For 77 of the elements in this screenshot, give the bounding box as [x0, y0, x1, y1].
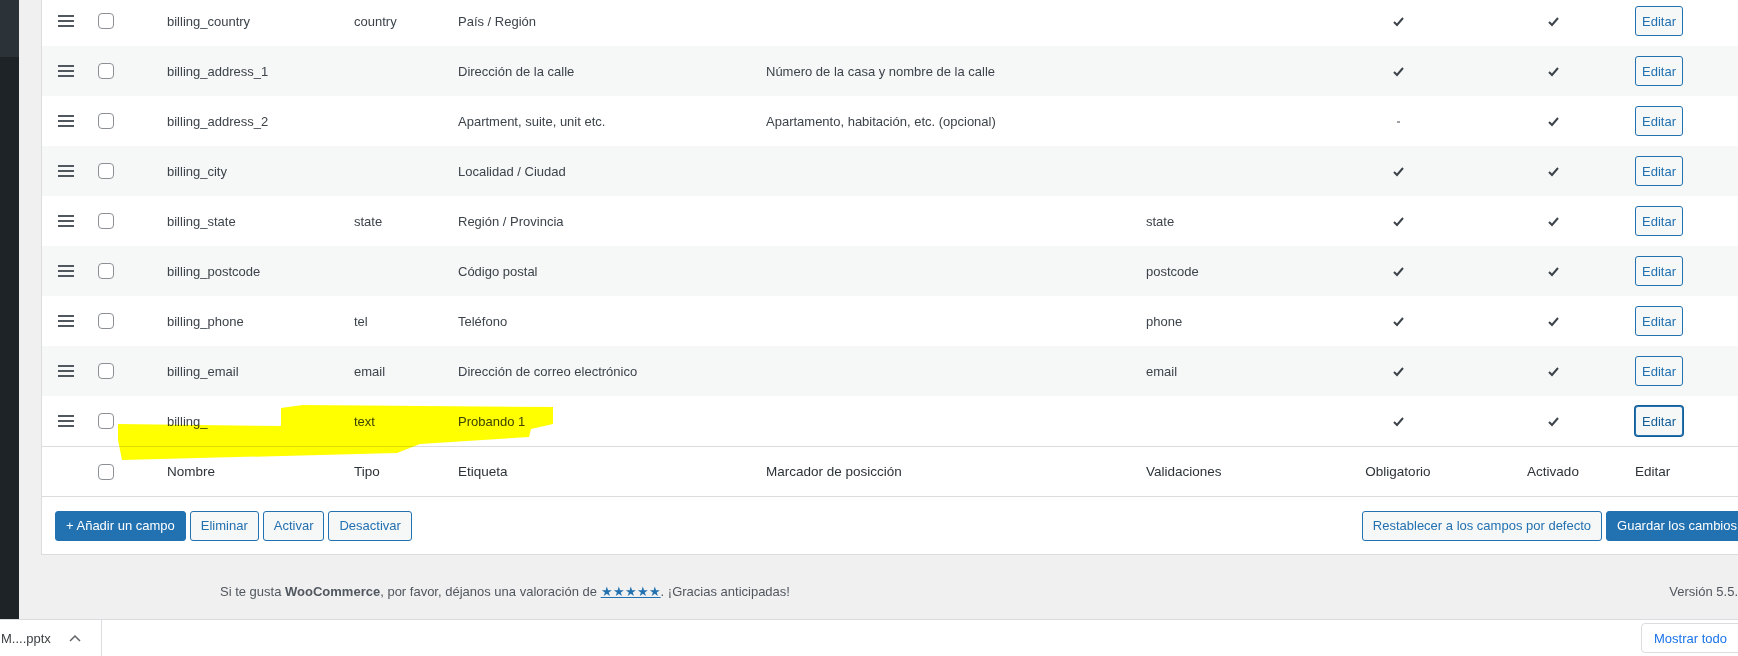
version-text: Versión 5.5.	[1669, 583, 1738, 599]
position-marker-text: Número de la casa y nombre de la calle	[766, 63, 997, 79]
edit-button[interactable]: Editar	[1635, 356, 1683, 386]
column-header: Activado	[1527, 464, 1579, 479]
field-label: Localidad / Ciudad	[458, 163, 567, 179]
drag-handle-icon[interactable]	[58, 315, 74, 327]
drag-handle-icon[interactable]	[58, 65, 74, 77]
field-type: email	[354, 363, 387, 379]
column-header: Etiqueta	[458, 464, 509, 479]
field-name: billing_address_2	[167, 113, 270, 129]
column-header: Tipo	[354, 464, 381, 479]
column-header: Editar	[1635, 464, 1672, 479]
rating-link[interactable]: ★★★★★	[600, 583, 661, 599]
field-validation: phone	[1146, 313, 1184, 329]
field-name: billing_postcode	[167, 263, 262, 279]
field-name: billing_city	[167, 163, 228, 179]
drag-handle-icon[interactable]	[58, 15, 74, 27]
row-checkbox[interactable]	[98, 413, 114, 429]
field-label: Teléfono	[458, 313, 509, 329]
column-header: Obligatorio	[1365, 464, 1431, 479]
field-label: Dirección de la calle	[458, 63, 576, 79]
drag-handle-icon[interactable]	[58, 215, 74, 227]
edit-button[interactable]: Editar	[1635, 156, 1683, 186]
row-checkbox[interactable]	[98, 313, 114, 329]
edit-button[interactable]: Editar	[1635, 256, 1683, 286]
row-checkbox[interactable]	[98, 263, 114, 279]
download-file-name[interactable]: M....pptx	[1, 630, 51, 646]
field-type: state	[354, 213, 384, 229]
field-name: billing_	[167, 413, 209, 429]
edit-button[interactable]: Editar	[1635, 6, 1683, 36]
field-label: Región / Provincia	[458, 213, 565, 229]
field-label: Apartment, suite, unit etc.	[458, 113, 607, 129]
caret-icon[interactable]	[68, 634, 81, 642]
field-label: Probando 1	[458, 413, 527, 429]
field-label: Código postal	[458, 263, 539, 279]
field-type: country	[354, 13, 398, 29]
edit-button[interactable]: Editar	[1635, 106, 1683, 136]
action-button[interactable]: Desactivar	[328, 510, 412, 541]
row-checkbox[interactable]	[98, 113, 114, 129]
field-validation: postcode	[1146, 263, 1200, 279]
action-button[interactable]: + Añadir un campo	[55, 510, 186, 541]
edit-button[interactable]: Editar	[1635, 306, 1683, 336]
drag-handle-icon[interactable]	[58, 415, 74, 427]
row-checkbox[interactable]	[98, 63, 114, 79]
field-name: billing_address_1	[167, 63, 270, 79]
field-validation: email	[1146, 363, 1179, 379]
action-button[interactable]: Eliminar	[189, 510, 259, 541]
drag-handle-icon[interactable]	[58, 115, 74, 127]
edit-button[interactable]: Editar	[1635, 206, 1683, 236]
show-all-button[interactable]: Mostrar todo	[1641, 623, 1738, 653]
field-name: billing_country	[167, 13, 252, 29]
edit-button[interactable]: Editar	[1635, 56, 1683, 86]
field-type: tel	[354, 313, 369, 329]
field-name: billing_phone	[167, 313, 245, 329]
position-marker-text: Apartamento, habitación, etc. (opcional)	[766, 113, 997, 129]
save-button[interactable]: Guardar los cambios	[1606, 510, 1738, 541]
field-label: País / Región	[458, 13, 538, 29]
column-header: Nombre	[167, 464, 216, 479]
row-checkbox[interactable]	[98, 213, 114, 229]
column-header: Validaciones	[1146, 464, 1223, 479]
footer-note: Si te gusta WooCommerce, por favor, déjanos una valoración de ★★★★★. ¡Gracias anticipadas!	[220, 583, 790, 599]
field-type: text	[354, 413, 376, 429]
field-validation: state	[1146, 213, 1176, 229]
reset-button[interactable]: Restablecer a los campos por defecto	[1361, 510, 1603, 541]
drag-handle-icon[interactable]	[58, 265, 74, 277]
field-name: billing_state	[167, 213, 237, 229]
drag-handle-icon[interactable]	[58, 165, 74, 177]
action-button[interactable]: Activar	[262, 510, 325, 541]
edit-button[interactable]: Editar	[1635, 406, 1683, 436]
row-checkbox[interactable]	[98, 363, 114, 379]
row-checkbox[interactable]	[98, 163, 114, 179]
select-all-checkbox[interactable]	[98, 463, 114, 480]
field-label: Dirección de correo electrónico	[458, 363, 639, 379]
field-name: billing_email	[167, 363, 240, 379]
drag-handle-icon[interactable]	[58, 365, 74, 377]
row-checkbox[interactable]	[98, 13, 114, 29]
column-header: Marcador de posicción	[766, 464, 903, 479]
